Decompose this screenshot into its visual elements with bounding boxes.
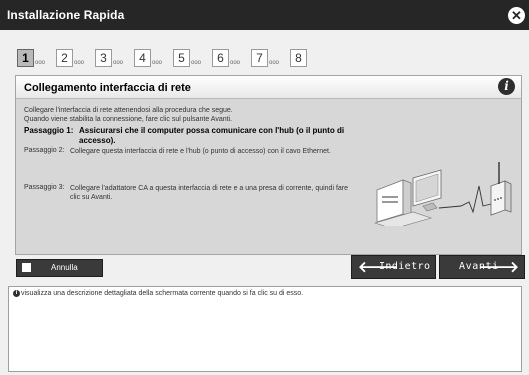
next-button[interactable]: Avanti 🡒 [439, 255, 525, 279]
info-icon[interactable]: i [498, 78, 515, 95]
step-label: Passaggio 1: [24, 126, 74, 135]
cancel-checkbox-icon [22, 263, 31, 272]
cancel-button[interactable]: Annulla [16, 259, 103, 277]
step-text: Collegare l'adattatore CA a questa inter… [70, 185, 349, 201]
arrow-right-icon: 🡒 [478, 258, 519, 276]
ethernet-cable [438, 185, 492, 214]
panel-header: Collegamento interfaccia di rete i [16, 76, 521, 99]
info-icon: i [13, 290, 20, 297]
help-text: visualizza una descrizione dettagliata d… [21, 290, 304, 297]
step-label: Passaggio 3: [24, 184, 65, 191]
step-number: 5 [173, 49, 190, 67]
step-number: 7 [251, 49, 268, 67]
back-button[interactable]: 🡐 Indietro [351, 255, 436, 279]
step-number: 6 [212, 49, 229, 67]
step-number: 3 [95, 49, 112, 67]
content-panel: Collegamento interfaccia di rete i Colle… [15, 75, 522, 255]
step-dots: ooo [269, 60, 280, 66]
computer-icon [373, 169, 442, 226]
close-icon[interactable]: ✕ [508, 7, 525, 24]
step-number: 4 [134, 49, 151, 67]
intro-line-2: Quando viene stabilita la connessione, f… [24, 116, 233, 123]
step-dots: ooo [74, 60, 85, 66]
network-connection-illustration [373, 162, 512, 226]
step-number: 1 [17, 49, 34, 67]
step-text: Collegare questa interfaccia di rete e l… [70, 148, 331, 155]
step-dots: ooo [191, 60, 202, 66]
step-label: Passaggio 2: [24, 147, 65, 154]
step-dots: ooo [230, 60, 241, 66]
step-number: 8 [290, 49, 307, 67]
step-number: 2 [56, 49, 73, 67]
access-point-icon [490, 162, 512, 216]
intro-text: Collegare l'interfaccia di rete attenend… [24, 106, 354, 124]
title-bar: Installazione Rapida ✕ [0, 0, 529, 30]
step-dots: ooo [113, 60, 124, 66]
help-description-area: i visualizza una descrizione dettagliata… [8, 286, 522, 372]
intro-line-1: Collegare l'interfaccia di rete attenend… [24, 107, 233, 114]
back-label: Indietro [379, 261, 431, 272]
cancel-label: Annulla [51, 263, 78, 272]
step-text: Assicurarsi che il computer possa comuni… [79, 126, 345, 145]
window-title: Installazione Rapida [7, 8, 125, 22]
step-dots: ooo [152, 60, 163, 66]
panel-title: Collegamento interfaccia di rete [24, 82, 191, 94]
step-dots: ooo [35, 60, 46, 66]
